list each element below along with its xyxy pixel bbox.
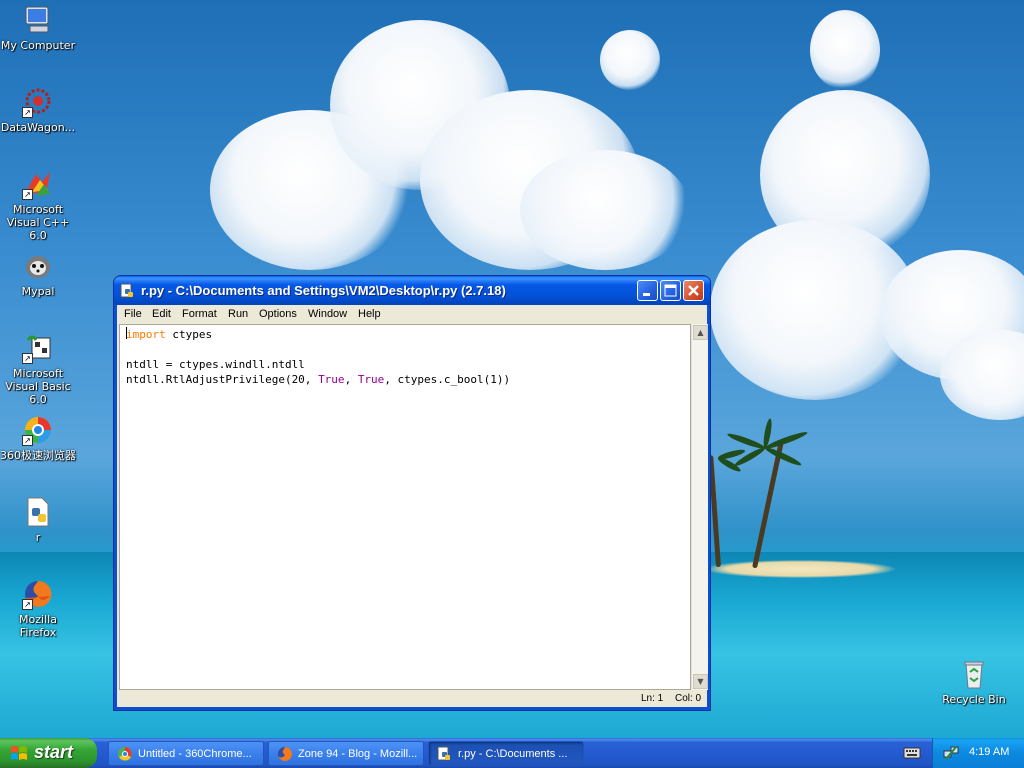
system-tray: 4:19 AM bbox=[932, 738, 1024, 768]
desktop-icon-r-py[interactable]: r bbox=[0, 496, 76, 544]
taskbar-item-firefox[interactable]: Zone 94 - Blog - Mozill... bbox=[268, 741, 424, 766]
column-number: Col: 0 bbox=[675, 693, 702, 704]
desktop-icon-datawagon[interactable]: ↗ DataWagon... bbox=[0, 86, 76, 134]
taskbar-item-label: Untitled - 360Chrome... bbox=[138, 748, 252, 760]
wallpaper-cloud bbox=[520, 150, 690, 270]
idle-editor-window[interactable]: r.py - C:\Documents and Settings\VM2\Des… bbox=[114, 276, 710, 710]
clock[interactable]: 4:19 AM bbox=[969, 746, 1009, 758]
recycle-bin-icon bbox=[958, 658, 990, 690]
desktop-icon-mypal[interactable]: Mypal bbox=[0, 250, 76, 298]
network-icon[interactable] bbox=[943, 745, 959, 761]
keyword-import: import bbox=[126, 328, 166, 341]
wallpaper-cloud bbox=[600, 30, 660, 90]
firefox-icon: ↗ bbox=[22, 578, 54, 610]
python-file-icon bbox=[22, 496, 54, 528]
line-number: Ln: 1 bbox=[641, 693, 664, 704]
desktop-icon-visual-cpp[interactable]: ↗ Microsoft Visual C++ 6.0 bbox=[0, 168, 76, 242]
360chrome-icon bbox=[117, 746, 133, 762]
desktop-icon-label: Mypal bbox=[21, 285, 55, 298]
desktop-icon-label: My Computer bbox=[0, 39, 76, 52]
desktop-icon-label: 360极速浏览器 bbox=[0, 449, 76, 462]
desktop-icon-label: Microsoft Visual C++ 6.0 bbox=[6, 203, 70, 242]
desktop-icon-360-browser[interactable]: ↗ 360极速浏览器 bbox=[0, 414, 76, 462]
menu-options[interactable]: Options bbox=[259, 308, 297, 320]
maximize-button[interactable] bbox=[660, 280, 681, 301]
builtin-true: True bbox=[357, 373, 385, 386]
start-button[interactable]: start bbox=[0, 738, 97, 768]
code-editor[interactable]: import ctypes ntdll = ctypes.windll.ntdl… bbox=[119, 324, 691, 690]
menu-help[interactable]: Help bbox=[358, 308, 381, 320]
code-text: , bbox=[344, 373, 358, 386]
minimize-button[interactable] bbox=[637, 280, 658, 301]
scroll-down-button[interactable]: ▼ bbox=[693, 674, 708, 689]
mypal-icon bbox=[22, 250, 54, 282]
desktop-icon-label: Mozilla Firefox bbox=[19, 613, 57, 639]
visual-cpp-icon: ↗ bbox=[22, 168, 54, 200]
wallpaper-island bbox=[705, 560, 895, 578]
taskbar: start Untitled - 360Chrome... Zone 94 - … bbox=[0, 738, 1024, 768]
menu-window[interactable]: Window bbox=[308, 308, 347, 320]
start-label: start bbox=[34, 742, 74, 762]
python-idle-icon bbox=[120, 283, 136, 299]
windows-flag-icon bbox=[10, 745, 28, 761]
builtin-true: True bbox=[318, 373, 345, 386]
menu-format[interactable]: Format bbox=[182, 308, 217, 320]
menu-edit[interactable]: Edit bbox=[152, 308, 171, 320]
scroll-down-icon: ▼ bbox=[697, 677, 704, 686]
code-text: ctypes bbox=[165, 328, 213, 341]
code-text: ntdll = ctypes.windll.ntdll bbox=[126, 358, 305, 371]
python-idle-icon bbox=[437, 746, 453, 762]
desktop-icon-label: r bbox=[35, 531, 41, 544]
maximize-icon bbox=[664, 284, 677, 297]
desktop-icon-label: Microsoft Visual Basic 6.0 bbox=[5, 367, 71, 406]
taskbar-item-label: r.py - C:\Documents ... bbox=[458, 748, 568, 760]
taskbar-item-360chrome[interactable]: Untitled - 360Chrome... bbox=[108, 741, 264, 766]
scroll-up-button[interactable]: ▲ bbox=[693, 325, 708, 340]
360-browser-icon: ↗ bbox=[22, 414, 54, 446]
desktop-icon-recycle-bin[interactable]: Recycle Bin bbox=[936, 658, 1012, 706]
vertical-scrollbar[interactable]: ▲ ▼ bbox=[691, 324, 708, 690]
minimize-icon bbox=[643, 293, 650, 296]
wallpaper-cloud bbox=[810, 10, 880, 90]
taskbar-item-label: Zone 94 - Blog - Mozill... bbox=[298, 748, 418, 760]
code-text: , ctypes.c_bool(1)) bbox=[384, 373, 511, 386]
desktop-icon-label: DataWagon... bbox=[0, 121, 76, 134]
code-line: import ctypes bbox=[126, 327, 690, 342]
menu-file[interactable]: File bbox=[124, 308, 142, 320]
taskbar-item-idle[interactable]: r.py - C:\Documents ... bbox=[428, 741, 584, 766]
firefox-icon bbox=[277, 746, 293, 762]
code-line: ntdll.RtlAdjustPrivilege(20, True, True,… bbox=[126, 372, 690, 387]
datawagon-icon: ↗ bbox=[22, 86, 54, 118]
my-computer-icon bbox=[22, 4, 54, 36]
keyboard-icon[interactable] bbox=[903, 746, 921, 760]
menu-bar: File Edit Format Run Options Window Help bbox=[117, 305, 707, 324]
desktop-icon-my-computer[interactable]: My Computer bbox=[0, 4, 76, 52]
code-line: ntdll = ctypes.windll.ntdll bbox=[126, 357, 690, 372]
close-icon bbox=[688, 285, 699, 296]
desktop-icon-visual-basic[interactable]: ↗ Microsoft Visual Basic 6.0 bbox=[0, 332, 76, 406]
desktop-icon-firefox[interactable]: ↗ Mozilla Firefox bbox=[0, 578, 76, 639]
title-bar[interactable]: r.py - C:\Documents and Settings\VM2\Des… bbox=[114, 276, 710, 305]
visual-basic-icon: ↗ bbox=[22, 332, 54, 364]
scroll-up-icon: ▲ bbox=[697, 328, 704, 337]
window-title: r.py - C:\Documents and Settings\VM2\Des… bbox=[141, 283, 506, 298]
desktop-icon-label: Recycle Bin bbox=[942, 693, 1006, 706]
menu-run[interactable]: Run bbox=[228, 308, 248, 320]
code-text: ntdll.RtlAdjustPrivilege(20, bbox=[126, 373, 319, 386]
close-button[interactable] bbox=[683, 280, 704, 301]
status-bar: Ln: 1 Col: 0 bbox=[117, 690, 707, 707]
